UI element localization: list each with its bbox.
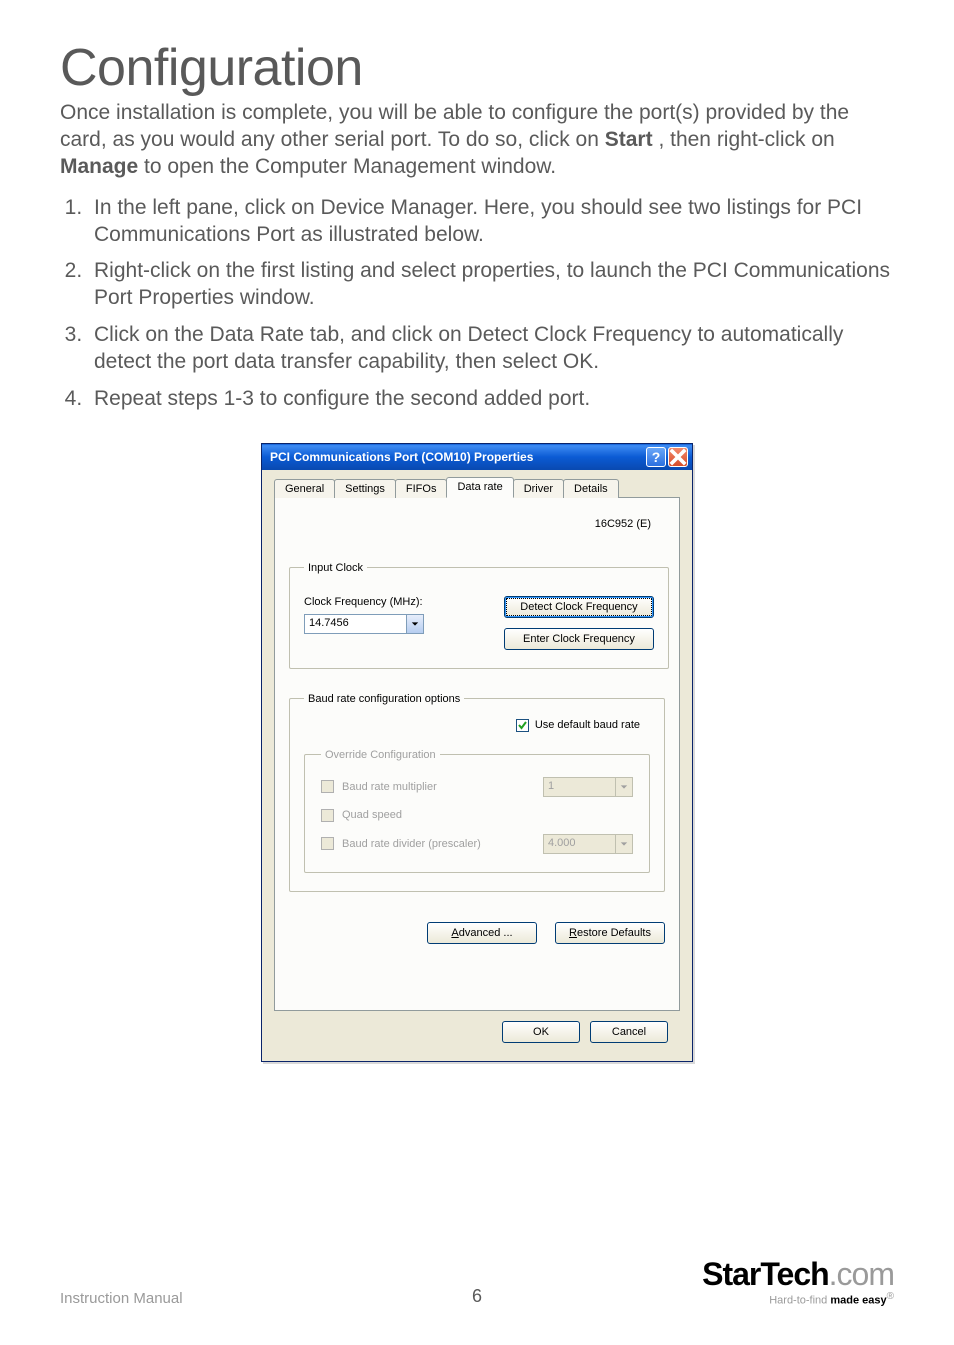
tab-fifos[interactable]: FIFOs bbox=[395, 479, 448, 498]
tab-driver[interactable]: Driver bbox=[513, 479, 564, 498]
restore-rest: estore Defaults bbox=[577, 927, 651, 939]
baud-divider-label: Baud rate divider (prescaler) bbox=[342, 838, 481, 850]
quad-speed-label: Quad speed bbox=[342, 809, 402, 821]
dialog-titlebar: PCI Communications Port (COM10) Properti… bbox=[262, 444, 692, 470]
page-title: Configuration bbox=[60, 38, 894, 98]
dialog-body: General Settings FIFOs Data rate Driver … bbox=[262, 470, 692, 1061]
intro-text: to open the Computer Management window. bbox=[144, 155, 556, 178]
use-default-baud-rate-checkbox[interactable]: Use default baud rate bbox=[516, 719, 640, 732]
use-default-label: Use default baud rate bbox=[535, 719, 640, 731]
close-icon bbox=[669, 448, 687, 466]
close-button[interactable] bbox=[668, 447, 688, 467]
override-legend: Override Configuration bbox=[321, 749, 440, 761]
ok-button[interactable]: OK bbox=[502, 1021, 580, 1043]
clock-freq-label: Clock Frequency (MHz): bbox=[304, 596, 474, 608]
advanced-button[interactable]: Advanced ... bbox=[427, 922, 537, 944]
page-root: Configuration Once installation is compl… bbox=[0, 0, 954, 1345]
intro-start-bold: Start bbox=[605, 128, 653, 151]
steps-list: In the left pane, click on Device Manage… bbox=[60, 195, 894, 413]
step-item: Repeat steps 1-3 to configure the second… bbox=[88, 386, 894, 413]
baud-multiplier-label: Baud rate multiplier bbox=[342, 781, 437, 793]
page-number: 6 bbox=[472, 1286, 482, 1307]
step-item: Right-click on the first listing and sel… bbox=[88, 258, 894, 312]
quad-speed-checkbox bbox=[321, 809, 334, 822]
logo-light: .com bbox=[829, 1256, 894, 1292]
footer-doc-title: Instruction Manual bbox=[60, 1290, 183, 1307]
clock-freq-value: 14.7456 bbox=[305, 615, 406, 633]
tagline-pre: Hard-to-find bbox=[769, 1295, 830, 1307]
intro-text: , then right-click on bbox=[658, 128, 834, 151]
step-item: Click on the Data Rate tab, and click on… bbox=[88, 322, 894, 376]
baud-divider-value: 4.000 bbox=[544, 835, 615, 853]
tab-details[interactable]: Details bbox=[563, 479, 619, 498]
chevron-down-icon bbox=[615, 778, 632, 796]
tagline-bold: made easy bbox=[830, 1295, 886, 1307]
tab-data-rate[interactable]: Data rate bbox=[446, 477, 513, 498]
restore-defaults-button[interactable]: Restore Defaults bbox=[555, 922, 665, 944]
cancel-button[interactable]: Cancel bbox=[590, 1021, 668, 1043]
checkbox-checked-icon bbox=[516, 719, 529, 732]
detect-clock-frequency-button[interactable]: Detect Clock Frequency bbox=[504, 596, 654, 618]
chevron-down-icon bbox=[615, 835, 632, 853]
page-footer: Instruction Manual 6 StarTech.com Hard-t… bbox=[60, 1258, 894, 1307]
intro-paragraph: Once installation is complete, you will … bbox=[60, 100, 894, 181]
clock-freq-combobox[interactable]: 14.7456 bbox=[304, 614, 424, 634]
input-clock-group: Input Clock Clock Frequency (MHz): 14.74… bbox=[289, 562, 669, 669]
baud-divider-checkbox bbox=[321, 837, 334, 850]
brand-logo: StarTech.com Hard-to-find made easy® bbox=[702, 1258, 894, 1307]
enter-clock-frequency-button[interactable]: Enter Clock Frequency bbox=[504, 628, 654, 650]
tab-settings[interactable]: Settings bbox=[334, 479, 396, 498]
restore-hotkey: R bbox=[569, 927, 577, 939]
intro-manage-bold: Manage bbox=[60, 155, 138, 178]
baud-multiplier-combobox: 1 bbox=[543, 777, 633, 797]
baud-multiplier-value: 1 bbox=[544, 778, 615, 796]
tab-strip: General Settings FIFOs Data rate Driver … bbox=[274, 476, 680, 498]
baud-divider-combobox: 4.000 bbox=[543, 834, 633, 854]
chip-label: 16C952 (E) bbox=[595, 518, 651, 530]
logo-bold: StarTech bbox=[702, 1256, 829, 1292]
properties-dialog: PCI Communications Port (COM10) Properti… bbox=[261, 443, 693, 1062]
baud-rate-legend: Baud rate configuration options bbox=[304, 693, 464, 705]
tab-panel-data-rate: 16C952 (E) Input Clock Clock Frequency (… bbox=[274, 498, 680, 1011]
registered-icon: ® bbox=[887, 1291, 894, 1302]
advanced-hotkey: A bbox=[451, 927, 458, 939]
baud-multiplier-checkbox bbox=[321, 780, 334, 793]
dialog-title: PCI Communications Port (COM10) Properti… bbox=[270, 450, 533, 464]
baud-rate-group: Baud rate configuration options Use defa… bbox=[289, 693, 665, 892]
chevron-down-icon[interactable] bbox=[406, 615, 423, 633]
tab-general[interactable]: General bbox=[274, 479, 335, 498]
dialog-screenshot: PCI Communications Port (COM10) Properti… bbox=[60, 443, 894, 1062]
override-config-group: Override Configuration Baud rate multipl… bbox=[304, 749, 650, 873]
step-item: In the left pane, click on Device Manage… bbox=[88, 195, 894, 249]
help-button[interactable]: ? bbox=[646, 447, 666, 467]
advanced-rest: dvanced ... bbox=[459, 927, 513, 939]
input-clock-legend: Input Clock bbox=[304, 562, 367, 574]
